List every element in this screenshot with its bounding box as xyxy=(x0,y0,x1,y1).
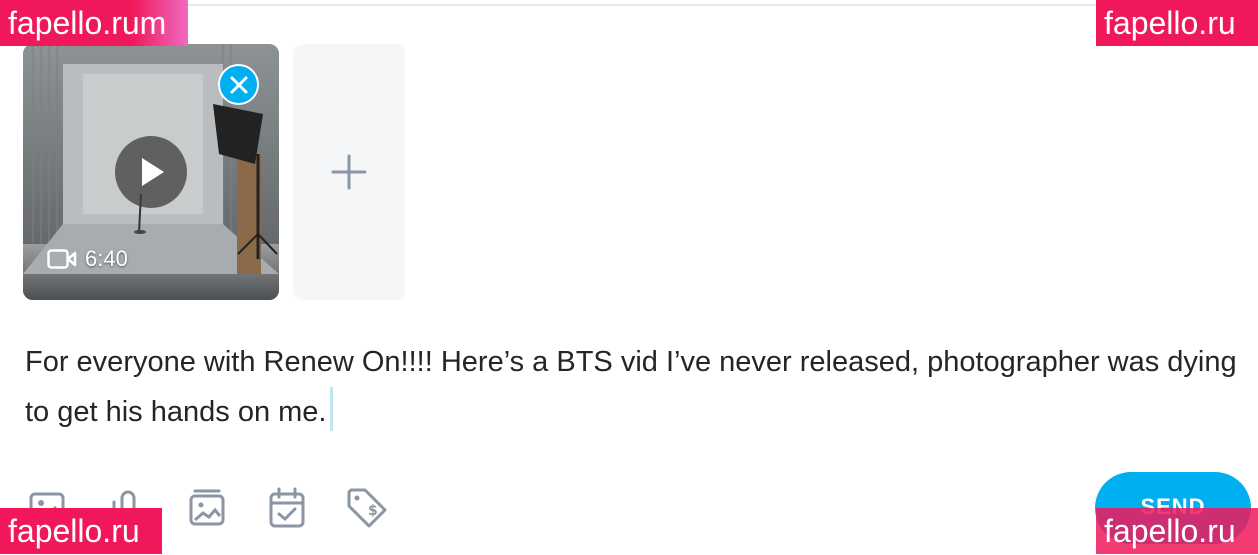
gallery-icon xyxy=(189,489,225,526)
post-text: For everyone with Renew On!!!! Here’s a … xyxy=(25,346,1237,428)
top-divider xyxy=(150,4,1242,6)
schedule-button[interactable] xyxy=(265,486,309,530)
add-media-button[interactable] xyxy=(293,44,405,300)
watermark-top-left: fapello.rum xyxy=(0,0,188,46)
close-icon xyxy=(230,76,247,93)
plus-icon xyxy=(331,154,367,190)
post-text-input[interactable]: For everyone with Renew On!!!! Here’s a … xyxy=(25,338,1240,437)
watermark-bottom-left: fapello.ru xyxy=(0,508,162,554)
price-button[interactable]: $ xyxy=(345,486,389,530)
calendar-check-icon xyxy=(269,487,305,528)
video-camera-icon xyxy=(47,249,77,269)
vault-gallery-button[interactable] xyxy=(185,486,229,530)
remove-media-button[interactable] xyxy=(218,64,259,105)
price-tag-icon: $ xyxy=(347,488,387,528)
text-caret xyxy=(330,387,334,431)
svg-text:$: $ xyxy=(368,503,378,519)
watermark-top-right: fapello.ru xyxy=(1096,0,1258,46)
play-icon xyxy=(142,158,164,186)
watermark-bottom-right: fapello.ru xyxy=(1096,508,1258,554)
duration-text: 6:40 xyxy=(85,246,128,271)
play-button[interactable] xyxy=(115,136,187,208)
video-duration: 6:40 xyxy=(47,246,128,272)
